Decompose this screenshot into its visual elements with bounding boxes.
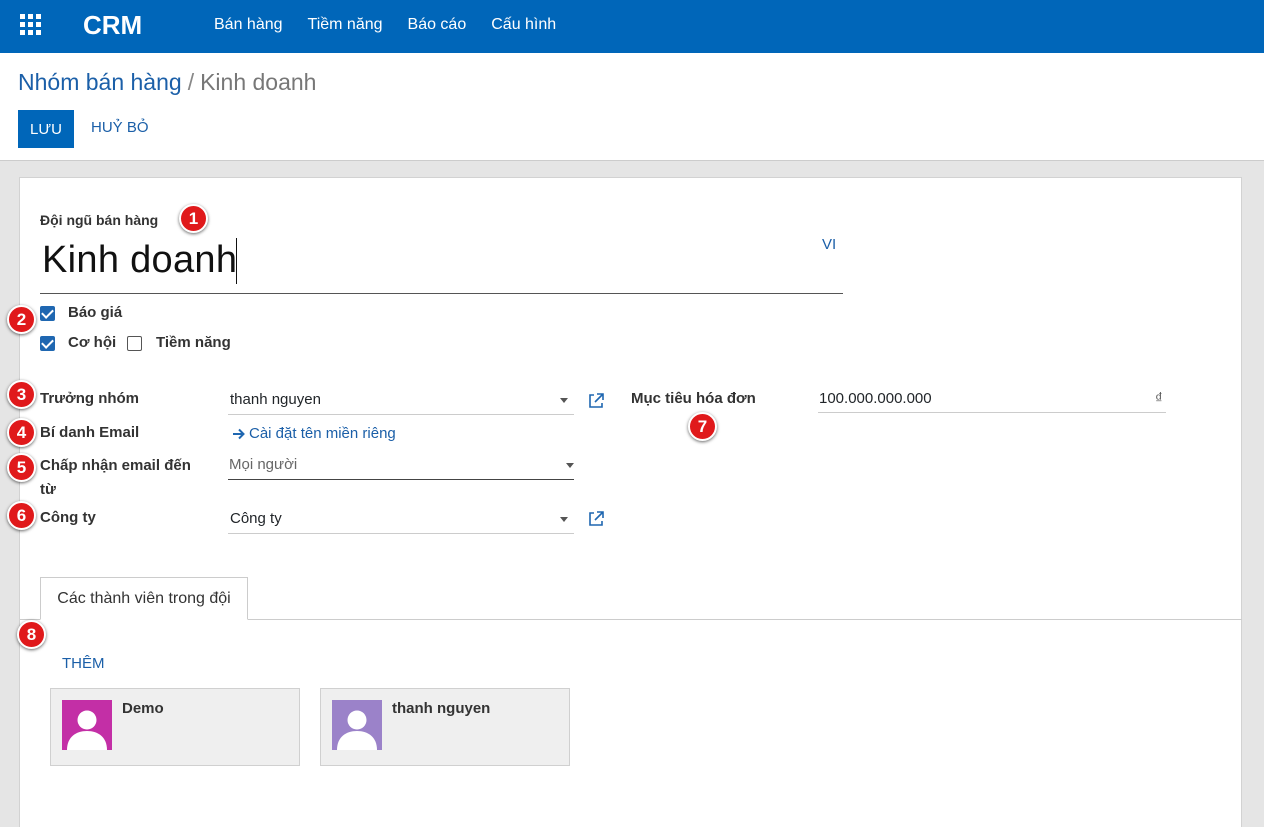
annotation-badge-1: 1 — [179, 204, 208, 233]
company-select[interactable]: Công ty — [230, 510, 282, 527]
app-brand[interactable]: CRM — [83, 10, 142, 41]
menu-item-reports[interactable]: Báo cáo — [408, 16, 467, 34]
member-card-demo[interactable]: Demo — [50, 688, 300, 766]
tab-team-members[interactable]: Các thành viên trong đội — [40, 577, 248, 620]
quotations-checkbox[interactable] — [40, 306, 55, 321]
annotation-badge-3: 3 — [7, 380, 36, 409]
team-leader-underline — [228, 414, 574, 415]
form-sheet: Đội ngũ bán hàng 1 Kinh doanh VI 2 Báo g… — [7, 177, 1242, 827]
member-name: Demo — [122, 700, 164, 717]
member-card-thanh-nguyen[interactable]: thanh nguyen — [320, 688, 570, 766]
avatar — [332, 700, 382, 750]
discard-button[interactable]: HUỶ BỎ — [91, 119, 149, 136]
save-button[interactable]: LƯU — [18, 110, 74, 148]
opportunities-label: Cơ hội — [68, 334, 117, 351]
team-leader-select[interactable]: thanh nguyen — [230, 391, 321, 408]
arrow-right-icon — [233, 428, 245, 440]
menu-item-configuration[interactable]: Cấu hình — [491, 16, 556, 34]
text-cursor — [236, 238, 237, 284]
control-panel: Nhóm bán hàng / Kinh doanh LƯU HUỶ BỎ — [0, 53, 1264, 161]
external-link-icon[interactable] — [588, 393, 604, 409]
company-underline — [228, 533, 574, 534]
annotation-badge-2: 2 — [7, 305, 36, 334]
chevron-down-icon[interactable] — [566, 463, 574, 468]
company-label: Công ty — [40, 509, 96, 526]
add-member-button[interactable]: THÊM — [62, 655, 105, 672]
annotation-badge-5: 5 — [7, 453, 36, 482]
invoicing-target-underline — [818, 412, 1166, 413]
team-leader-label: Trưởng nhóm — [40, 390, 140, 407]
member-name: thanh nguyen — [392, 700, 491, 717]
language-button[interactable]: VI — [822, 236, 836, 253]
annotation-badge-8: 8 — [17, 620, 46, 649]
invoicing-target-label: Mục tiêu hóa đơn — [631, 390, 756, 407]
annotation-badge-7: 7 — [688, 412, 717, 441]
invoicing-target-input[interactable]: 100.000.000.000 — [819, 390, 932, 407]
apps-menu-icon[interactable] — [20, 14, 43, 37]
breadcrumb-parent[interactable]: Nhóm bán hàng — [18, 69, 182, 95]
currency-symbol: ₫ — [1155, 390, 1163, 407]
breadcrumb: Nhóm bán hàng / Kinh doanh — [18, 69, 316, 96]
quotations-label: Báo giá — [68, 304, 123, 321]
accept-emails-select[interactable]: Mọi người — [229, 456, 297, 473]
leads-label: Tiềm năng — [156, 334, 231, 351]
user-silhouette-icon — [67, 710, 107, 750]
team-name-underline — [40, 293, 843, 294]
user-silhouette-icon — [337, 710, 377, 750]
chevron-down-icon[interactable] — [560, 398, 568, 403]
menu-item-leads[interactable]: Tiềm năng — [308, 16, 383, 34]
breadcrumb-current: Kinh doanh — [200, 69, 317, 95]
annotation-badge-6: 6 — [7, 501, 36, 530]
main-menu: Bán hàng Tiềm năng Báo cáo Cấu hình — [214, 16, 556, 34]
team-name-label: Đội ngũ bán hàng — [40, 212, 159, 228]
accept-emails-underline — [228, 479, 574, 480]
external-link-icon[interactable] — [588, 511, 604, 527]
email-alias-label: Bí danh Email — [40, 424, 140, 441]
team-name-input[interactable]: Kinh doanh — [42, 239, 237, 282]
leads-checkbox[interactable] — [127, 336, 142, 351]
accept-emails-label: Chấp nhận email đến từ — [40, 457, 191, 498]
top-navbar: CRM Bán hàng Tiềm năng Báo cáo Cấu hình — [0, 0, 1264, 53]
avatar — [62, 700, 112, 750]
custom-domain-link[interactable]: Cài đặt tên miền riêng — [249, 425, 396, 442]
menu-item-sales[interactable]: Bán hàng — [214, 16, 283, 34]
breadcrumb-separator: / — [187, 69, 195, 95]
opportunities-checkbox[interactable] — [40, 336, 55, 351]
annotation-badge-4: 4 — [7, 418, 36, 447]
chevron-down-icon[interactable] — [560, 517, 568, 522]
